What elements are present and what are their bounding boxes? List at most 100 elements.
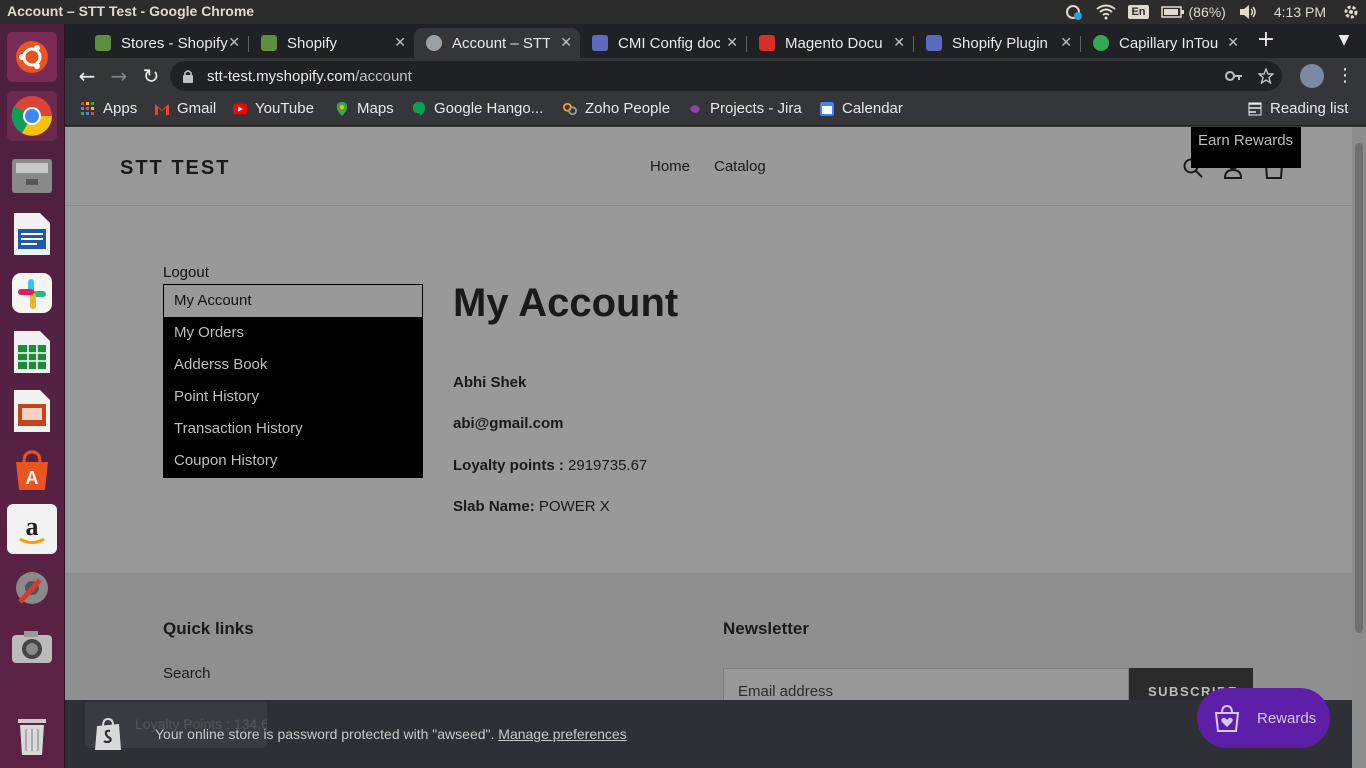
tab-cmi-config-doc[interactable]: CMI Config doc ✕ <box>580 28 746 58</box>
earn-rewards-tooltip[interactable]: Earn Rewards <box>1191 127 1301 168</box>
amazon-icon[interactable]: a <box>7 504 57 554</box>
maps-pin-icon <box>336 101 348 116</box>
chrome-launcher-icon[interactable] <box>7 91 57 141</box>
tab-close-icon[interactable]: ✕ <box>726 34 738 51</box>
bookmark-star-icon[interactable] <box>1258 68 1274 84</box>
bookmark-calendar[interactable]: Calendar <box>820 100 903 117</box>
camera-icon[interactable] <box>7 622 57 672</box>
ubuntu-launcher: A a <box>0 24 65 768</box>
docs-favicon-icon <box>592 35 608 51</box>
address-url[interactable]: stt-test.myshopify.com/account <box>207 68 412 85</box>
page-scrollbar[interactable] <box>1352 127 1366 768</box>
gmail-favicon-icon <box>759 35 775 51</box>
writer-icon[interactable] <box>7 209 57 259</box>
tab-close-icon[interactable]: ✕ <box>1060 34 1072 51</box>
globe-favicon-icon <box>426 35 442 51</box>
rewards-label: Rewards <box>1257 709 1317 727</box>
tab-shopify[interactable]: Shopify ✕ <box>249 28 414 58</box>
tab-close-icon[interactable]: ✕ <box>1227 34 1239 51</box>
window-title: Account – STT Test - Google Chrome <box>7 3 255 19</box>
bookmark-maps[interactable]: Maps <box>335 100 394 117</box>
reading-list-icon <box>1248 102 1262 115</box>
bookmarks-bar: Apps Gmail YouTube Maps Google Hango... … <box>65 94 1366 126</box>
account-menu: My Account My Orders Adderss Book Point … <box>163 284 423 478</box>
tab-capillary-intouch[interactable]: Capillary InTouch ✕ <box>1081 28 1247 58</box>
slack-icon[interactable] <box>7 268 57 318</box>
bookmark-youtube[interactable]: YouTube <box>233 100 314 117</box>
loyalty-points: Loyalty points : 2919735.67 <box>453 457 647 474</box>
menu-coupon-history[interactable]: Coupon History <box>164 445 422 477</box>
menu-address-book[interactable]: Adderss Book <box>164 349 422 381</box>
tab-account-stt-test[interactable]: Account – STT Test ✕ <box>414 28 580 58</box>
reload-icon[interactable]: ↻ <box>139 64 163 88</box>
shopify-favicon-icon <box>261 35 277 51</box>
tab-close-icon[interactable]: ✕ <box>394 34 406 51</box>
rewards-launcher-button[interactable]: Rewards <box>1197 688 1330 748</box>
clock[interactable]: 4:13 PM <box>1264 0 1336 24</box>
lock-icon[interactable] <box>182 69 194 83</box>
volume-icon[interactable] <box>1232 0 1264 24</box>
zoho-people-icon <box>563 102 577 115</box>
store-logo[interactable]: STT TEST <box>120 157 230 180</box>
customer-name: Abhi Shek <box>453 374 527 391</box>
software-center-icon[interactable]: A <box>7 445 57 495</box>
hangouts-icon <box>412 101 426 116</box>
menu-point-history[interactable]: Point History <box>164 381 422 413</box>
web-page: STT TEST Home Catalog Earn Rewards Logou… <box>65 127 1352 768</box>
tab-close-icon[interactable]: ✕ <box>228 34 240 51</box>
menu-transaction-history[interactable]: Transaction History <box>164 413 422 445</box>
back-arrow-icon[interactable]: ← <box>75 64 99 88</box>
logout-link[interactable]: Logout <box>163 264 209 281</box>
youtube-icon <box>233 103 247 114</box>
nav-home[interactable]: Home <box>650 158 690 175</box>
customer-email: abi@gmail.com <box>453 415 564 432</box>
reading-list-button[interactable]: Reading list <box>1248 100 1348 117</box>
loyalty-points-label: Loyalty points : <box>453 457 564 474</box>
menu-my-orders[interactable]: My Orders <box>164 317 422 349</box>
bookmark-projects-jira[interactable]: Projects - Jira <box>688 100 802 117</box>
tab-shopify-plugin[interactable]: Shopify Plugin ✕ <box>914 28 1080 58</box>
slab-name-label: Slab Name: <box>453 498 535 515</box>
tab-magento-docu[interactable]: Magento Docu ✕ <box>747 28 913 58</box>
rewards-bag-heart-icon <box>1214 704 1240 732</box>
jira-icon <box>689 104 701 113</box>
ubuntu-dash-icon[interactable] <box>7 32 57 82</box>
tab-search-chevron-icon[interactable]: ▼ <box>1332 28 1356 52</box>
key-icon[interactable] <box>1225 69 1243 83</box>
impress-icon[interactable] <box>7 386 57 436</box>
power-gear-icon[interactable] <box>1336 0 1366 24</box>
scrollbar-thumb[interactable] <box>1355 143 1363 633</box>
address-bar[interactable]: stt-test.myshopify.com/account <box>170 61 1282 91</box>
slab-name: Slab Name: POWER X <box>453 498 610 515</box>
gmail-icon <box>155 103 169 115</box>
keyboard-language-indicator[interactable]: En <box>1122 0 1154 24</box>
new-tab-plus-icon[interactable]: + <box>1254 28 1278 52</box>
calc-icon[interactable] <box>7 327 57 377</box>
calendar-icon <box>820 101 834 116</box>
footer-link-search[interactable]: Search <box>163 665 211 682</box>
loyalty-points-value: 2919735.67 <box>568 457 648 474</box>
battery-indicator[interactable]: (86%) <box>1155 0 1232 24</box>
bookmark-gmail[interactable]: Gmail <box>155 100 216 117</box>
browser-menu-kebab-icon[interactable]: ⋮ <box>1333 64 1357 88</box>
system-tray: En (86%) 4:13 PM <box>1058 0 1366 24</box>
nav-catalog[interactable]: Catalog <box>714 158 766 175</box>
bookmark-google-hangouts[interactable]: Google Hango... <box>412 100 543 117</box>
profile-avatar[interactable] <box>1300 64 1324 88</box>
manage-preferences-link[interactable]: Manage preferences <box>498 726 626 742</box>
tab-close-icon[interactable]: ✕ <box>560 34 572 51</box>
tab-stores-shopify[interactable]: Stores - Shopify ✕ <box>83 28 248 58</box>
slab-name-value: POWER X <box>538 498 610 515</box>
files-icon[interactable] <box>7 150 57 200</box>
menu-my-account[interactable]: My Account <box>164 285 422 317</box>
bookmark-zoho-people[interactable]: Zoho People <box>563 100 670 117</box>
tab-close-icon[interactable]: ✕ <box>893 34 905 51</box>
network-indicator-icon[interactable] <box>1058 0 1090 24</box>
wifi-icon[interactable] <box>1090 0 1122 24</box>
trash-icon[interactable] <box>7 710 57 760</box>
bookmark-apps[interactable]: Apps <box>81 100 137 117</box>
os-top-bar: Account – STT Test - Google Chrome En (8… <box>0 0 1366 24</box>
battery-icon <box>1160 6 1184 18</box>
system-settings-icon[interactable] <box>7 563 57 613</box>
forward-arrow-icon[interactable]: → <box>107 64 131 88</box>
